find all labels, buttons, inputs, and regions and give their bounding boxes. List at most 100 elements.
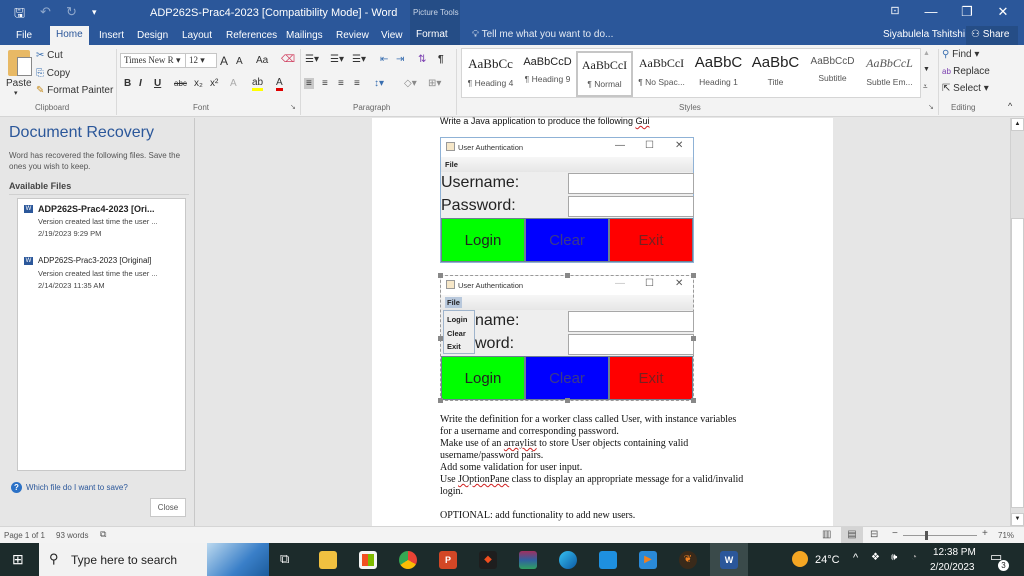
taskbar-search[interactable]: ⚲ Type here to search bbox=[39, 543, 269, 576]
subscript-button[interactable]: x₂ bbox=[194, 78, 203, 89]
edge-icon[interactable] bbox=[559, 551, 577, 569]
zoom-out-button[interactable]: − bbox=[892, 528, 898, 539]
vertical-scrollbar[interactable]: ▲ ▼ bbox=[1010, 118, 1024, 526]
style-heading-9[interactable]: AaBbCcD ¶ Heading 9 bbox=[519, 51, 576, 97]
microsoft-store-icon[interactable] bbox=[359, 551, 377, 569]
tab-review[interactable]: Review bbox=[330, 28, 375, 43]
show-formatting-icon[interactable]: ¶ bbox=[438, 54, 444, 65]
style-subtitle[interactable]: AaBbCcD Subtitle bbox=[804, 51, 861, 97]
borders-icon[interactable]: ⊞▾ bbox=[428, 78, 441, 89]
sort-icon[interactable]: ⇅ bbox=[418, 54, 426, 65]
font-size-select[interactable]: 12 ▾ bbox=[185, 53, 217, 68]
minimize-button[interactable]: — bbox=[916, 4, 946, 19]
decrease-indent-icon[interactable]: ⇤ bbox=[380, 54, 388, 65]
increase-indent-icon[interactable]: ⇥ bbox=[396, 54, 404, 65]
paste-dropdown-icon[interactable]: ▾ bbox=[14, 89, 18, 97]
zoom-slider-thumb[interactable] bbox=[925, 531, 928, 540]
align-center-icon[interactable]: ≡ bbox=[322, 78, 328, 89]
volume-icon[interactable]: 🕪︎ bbox=[891, 552, 897, 563]
redo-icon[interactable]: ↻ bbox=[66, 4, 77, 20]
clear-formatting-icon[interactable]: ⌫ bbox=[281, 54, 295, 65]
style-heading-1[interactable]: AaBbC Heading 1 bbox=[690, 51, 747, 97]
change-case-button[interactable]: Aa bbox=[256, 55, 268, 66]
styles-more-icon[interactable]: ⩡ bbox=[923, 82, 928, 92]
copy-button[interactable]: ⎘ Copy bbox=[36, 68, 70, 79]
fl-studio-icon[interactable]: ❦ bbox=[679, 551, 697, 569]
proofing-icon[interactable]: ⧉ bbox=[100, 529, 106, 540]
replace-button[interactable]: ab Replace bbox=[942, 66, 990, 77]
text-effects-icon[interactable]: A bbox=[230, 78, 237, 89]
zoom-in-button[interactable]: + bbox=[982, 528, 988, 539]
page-count[interactable]: Page 1 of 1 bbox=[4, 531, 45, 540]
tab-home[interactable]: Home bbox=[50, 26, 89, 45]
tab-mailings[interactable]: Mailings bbox=[280, 28, 329, 43]
scroll-up-arrow[interactable]: ▲ bbox=[1011, 118, 1024, 131]
align-right-icon[interactable]: ≡ bbox=[338, 78, 344, 89]
paste-button[interactable]: Paste bbox=[6, 78, 32, 89]
cut-button[interactable]: ✂ Cut bbox=[36, 50, 63, 61]
resize-handle[interactable] bbox=[691, 398, 696, 403]
save-icon[interactable]: 🖫 bbox=[14, 4, 25, 26]
undo-icon[interactable]: ↶ bbox=[40, 4, 51, 20]
scroll-thumb[interactable] bbox=[1011, 218, 1024, 508]
style-heading-4[interactable]: AaBbCc ¶ Heading 4 bbox=[462, 51, 519, 97]
strikethrough-button[interactable]: abc bbox=[174, 79, 187, 88]
find-button[interactable]: ⚲ Find ▾ bbox=[942, 49, 979, 60]
resize-handle[interactable] bbox=[438, 336, 443, 341]
style-no-spacing[interactable]: AaBbCcI ¶ No Spac... bbox=[633, 51, 690, 97]
winrar-icon[interactable] bbox=[519, 551, 537, 569]
tab-format[interactable]: Format bbox=[410, 26, 460, 45]
line-spacing-icon[interactable]: ↕▾ bbox=[374, 78, 384, 89]
powerpoint-icon[interactable]: P bbox=[439, 551, 457, 569]
style-subtle-emphasis[interactable]: AaBbCcL Subtle Em... bbox=[861, 51, 918, 97]
bold-button[interactable]: B bbox=[124, 78, 131, 89]
dropbox-icon[interactable]: ❖ bbox=[871, 552, 880, 563]
tab-layout[interactable]: Layout bbox=[176, 28, 218, 43]
read-mode-icon[interactable]: ▥ bbox=[822, 529, 831, 540]
print-layout-icon[interactable]: ▤ bbox=[841, 527, 863, 543]
font-name-select[interactable]: Times New R ▾ bbox=[120, 53, 188, 68]
file-explorer-icon[interactable] bbox=[319, 551, 337, 569]
font-color-icon[interactable]: A bbox=[276, 77, 283, 91]
close-recovery-button[interactable]: Close bbox=[150, 498, 186, 517]
styles-dialog-launcher-icon[interactable]: ↘ bbox=[928, 103, 934, 111]
numbering-icon[interactable]: ☰▾ bbox=[330, 54, 344, 65]
word-count[interactable]: 93 words bbox=[56, 531, 88, 540]
style-title[interactable]: AaBbC Title bbox=[747, 51, 804, 97]
close-button[interactable]: ✕ bbox=[988, 4, 1018, 20]
media-player-icon[interactable]: ▶ bbox=[639, 551, 657, 569]
resize-handle[interactable] bbox=[565, 398, 570, 403]
highlight-color-icon[interactable]: ab bbox=[252, 77, 264, 91]
resize-handle[interactable] bbox=[438, 398, 443, 403]
tell-me-box[interactable]: 💡︎ Tell me what you want to do... bbox=[472, 29, 613, 40]
align-left-icon[interactable]: ≡ bbox=[304, 78, 314, 89]
italic-button[interactable]: I bbox=[139, 78, 142, 89]
zoom-slider[interactable] bbox=[903, 535, 977, 536]
tab-view[interactable]: View bbox=[375, 28, 409, 43]
java-window-screenshot-2[interactable]: User Authentication — ☐ ✕ File name: wor… bbox=[438, 273, 696, 403]
format-painter-button[interactable]: ✎ Format Painter bbox=[36, 85, 113, 96]
underline-button[interactable]: U bbox=[154, 78, 161, 89]
figma-icon[interactable]: ◆ bbox=[479, 551, 497, 569]
styles-scroll-up-icon[interactable]: ▲ bbox=[923, 50, 930, 57]
multilevel-list-icon[interactable]: ☰▾ bbox=[352, 54, 366, 65]
tab-file[interactable]: File bbox=[10, 28, 38, 43]
scroll-down-arrow[interactable]: ▼ bbox=[1011, 513, 1024, 526]
share-button[interactable]: ⚇ Share bbox=[966, 26, 1018, 45]
resize-handle[interactable] bbox=[691, 273, 696, 278]
weather-temp[interactable]: 24°C bbox=[815, 554, 840, 566]
document-page[interactable]: Write a Java application to produce the … bbox=[372, 116, 833, 526]
help-link[interactable]: ? Which file do I want to save? bbox=[11, 482, 128, 493]
shrink-font-button[interactable]: A bbox=[236, 56, 243, 67]
collapse-ribbon-icon[interactable]: ^ bbox=[1008, 101, 1012, 111]
resize-handle[interactable] bbox=[691, 336, 696, 341]
tab-design[interactable]: Design bbox=[131, 28, 174, 43]
mail-icon[interactable] bbox=[599, 551, 617, 569]
style-normal[interactable]: AaBbCcI ¶ Normal bbox=[576, 51, 633, 97]
task-view-icon[interactable]: ⧉ bbox=[280, 551, 289, 567]
user-name[interactable]: Siyabulela Tshitshi bbox=[883, 29, 965, 40]
tab-insert[interactable]: Insert bbox=[93, 28, 130, 43]
show-hidden-icons[interactable]: ^ bbox=[853, 552, 858, 564]
clock-date[interactable]: 2/20/2023 bbox=[930, 562, 975, 573]
justify-icon[interactable]: ≡ bbox=[354, 78, 360, 89]
